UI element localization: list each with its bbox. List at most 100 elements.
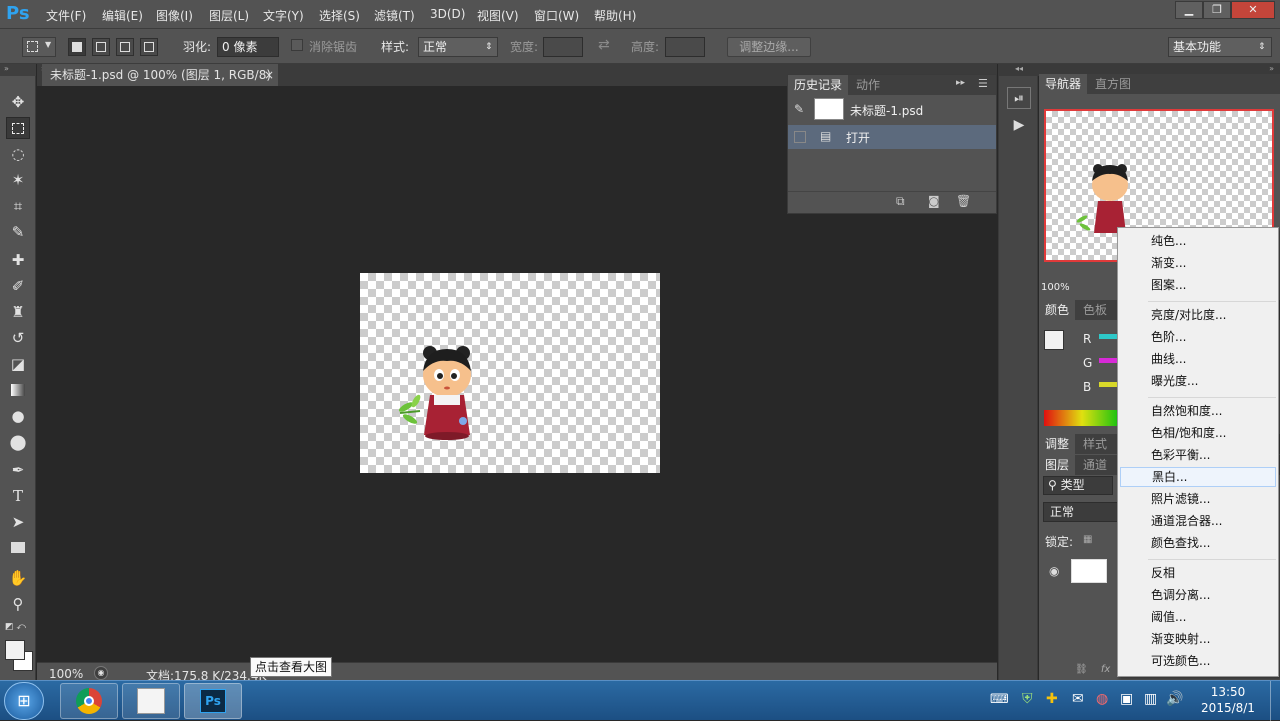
menu-item-posterize[interactable]: 色调分离... bbox=[1120, 585, 1276, 605]
menu-type[interactable]: 文字(Y) bbox=[263, 7, 304, 24]
tab-actions[interactable]: 动作 bbox=[850, 75, 887, 95]
menu-item-curves[interactable]: 曲线... bbox=[1120, 349, 1276, 369]
marquee-tool-icon[interactable] bbox=[6, 117, 30, 139]
volume-tray-icon[interactable]: 🔊 bbox=[1166, 691, 1183, 707]
document-tab[interactable]: 未标题-1.psd @ 100% (图层 1, RGB/8) × bbox=[42, 64, 278, 86]
antialias-checkbox[interactable] bbox=[291, 39, 303, 51]
menu-edit[interactable]: 编辑(E) bbox=[102, 7, 143, 24]
close-tab-icon[interactable]: × bbox=[264, 64, 274, 86]
magic-wand-tool-icon[interactable]: ✶ bbox=[6, 169, 30, 191]
menu-select[interactable]: 选择(S) bbox=[319, 7, 360, 24]
menu-item-brightness-contrast[interactable]: 亮度/对比度... bbox=[1120, 305, 1276, 325]
channel-b-slider[interactable] bbox=[1099, 382, 1119, 387]
menu-item-black-white[interactable]: 黑白... bbox=[1120, 467, 1276, 487]
menu-window[interactable]: 窗口(W) bbox=[534, 7, 579, 24]
trash-icon[interactable]: 🗑 bbox=[956, 194, 971, 208]
menu-item-pattern[interactable]: 图案... bbox=[1120, 275, 1276, 295]
image-viewer-taskbar-icon[interactable] bbox=[122, 683, 180, 719]
lasso-tool-icon[interactable]: ◌ bbox=[6, 143, 30, 165]
history-step-row[interactable]: ▤ 打开 bbox=[788, 125, 996, 149]
tab-styles[interactable]: 样式 bbox=[1077, 434, 1114, 454]
menu-item-gradient[interactable]: 渐变... bbox=[1120, 253, 1276, 273]
actions-dock-icon[interactable]: ▶ bbox=[1007, 115, 1031, 137]
camera-icon[interactable]: ◙ bbox=[928, 194, 940, 208]
menu-image[interactable]: 图像(I) bbox=[156, 7, 193, 24]
restore-button[interactable]: ❐ bbox=[1203, 1, 1231, 19]
history-step-checkbox[interactable] bbox=[794, 131, 806, 143]
history-snapshot-row[interactable]: ✎ 未标题-1.psd bbox=[788, 95, 996, 125]
menu-item-levels[interactable]: 色阶... bbox=[1120, 327, 1276, 347]
photoshop-taskbar-icon[interactable]: Ps bbox=[184, 683, 242, 719]
layer-filter-select[interactable]: ⚲ 类型 bbox=[1043, 476, 1113, 495]
mail-tray-icon[interactable]: ✉ bbox=[1072, 691, 1084, 707]
workspace-select[interactable]: 基本功能 ⇕ bbox=[1168, 37, 1272, 57]
menu-item-hue-saturation[interactable]: 色相/饱和度... bbox=[1120, 423, 1276, 443]
subtract-selection-icon[interactable] bbox=[116, 38, 134, 56]
status-zoom[interactable]: 100% bbox=[49, 667, 83, 681]
show-desktop-button[interactable] bbox=[1270, 681, 1280, 721]
network-tray-icon[interactable]: ▥ bbox=[1144, 691, 1157, 707]
panel-expand-icon[interactable]: ▸▸ bbox=[956, 78, 965, 88]
blur-tool-icon[interactable]: ● bbox=[6, 405, 30, 427]
status-info-icon[interactable]: ◉ bbox=[94, 666, 108, 680]
swap-icon[interactable]: ⇄ bbox=[598, 37, 610, 53]
zoom-tool-icon[interactable]: ⚲ bbox=[6, 593, 30, 615]
style-select[interactable]: 正常 ⇕ bbox=[418, 37, 498, 57]
channel-g-slider[interactable] bbox=[1099, 358, 1119, 363]
tab-layers[interactable]: 图层 bbox=[1039, 455, 1076, 475]
menu-layer[interactable]: 图层(L) bbox=[209, 7, 249, 24]
chrome-taskbar-icon[interactable] bbox=[60, 683, 118, 719]
color-ramp[interactable] bbox=[1044, 410, 1120, 426]
system-clock[interactable]: 13:50 2015/8/1 bbox=[1188, 684, 1268, 716]
fg-color-swatch[interactable] bbox=[1044, 330, 1064, 350]
menu-view[interactable]: 视图(V) bbox=[477, 7, 519, 24]
link-layers-icon[interactable]: ⛓ bbox=[1075, 664, 1088, 675]
move-tool-icon[interactable]: ✥ bbox=[6, 91, 30, 113]
height-input[interactable] bbox=[665, 37, 705, 57]
gradient-tool-icon[interactable] bbox=[6, 379, 30, 401]
rectangle-tool-icon[interactable] bbox=[6, 537, 30, 559]
right-dock-collapse-icon[interactable]: » bbox=[1039, 64, 1280, 74]
document-canvas[interactable] bbox=[360, 273, 660, 473]
tab-histogram[interactable]: 直方图 bbox=[1089, 74, 1138, 94]
visibility-eye-icon[interactable]: ◉ bbox=[1049, 564, 1059, 578]
panel-collapse-icon[interactable]: » bbox=[0, 64, 36, 76]
menu-item-channel-mixer[interactable]: 通道混合器... bbox=[1120, 511, 1276, 531]
lock-transparent-icon[interactable]: ▦ bbox=[1083, 534, 1092, 545]
fx-icon[interactable]: fx bbox=[1101, 664, 1110, 675]
healing-brush-tool-icon[interactable]: ✚ bbox=[6, 249, 30, 271]
menu-item-threshold[interactable]: 阈值... bbox=[1120, 607, 1276, 627]
dock-collapse-icon[interactable]: ◂◂ bbox=[999, 64, 1039, 76]
menu-item-color-balance[interactable]: 色彩平衡... bbox=[1120, 445, 1276, 465]
tab-history[interactable]: 历史记录 bbox=[788, 75, 849, 95]
history-dock-icon[interactable]: ⏯ bbox=[1007, 87, 1031, 109]
menu-item-photo-filter[interactable]: 照片滤镜... bbox=[1120, 489, 1276, 509]
addon-tray-icon[interactable]: ✚ bbox=[1046, 691, 1058, 707]
close-button[interactable]: ✕ bbox=[1231, 1, 1275, 19]
app-tray-icon[interactable]: ◍ bbox=[1096, 691, 1108, 707]
foreground-color-swatch[interactable] bbox=[5, 640, 25, 660]
layer-row[interactable]: ◉ bbox=[1039, 556, 1119, 586]
default-colors-icon[interactable]: ◩ ⤺ bbox=[5, 622, 26, 632]
menu-item-exposure[interactable]: 曝光度... bbox=[1120, 371, 1276, 391]
channel-r-slider[interactable] bbox=[1099, 334, 1119, 339]
width-input[interactable] bbox=[543, 37, 583, 57]
nav-zoom-readout[interactable]: 100% bbox=[1039, 282, 1119, 298]
menu-item-vibrance[interactable]: 自然饱和度... bbox=[1120, 401, 1276, 421]
snapshot-brush-icon[interactable]: ✎ bbox=[794, 102, 804, 116]
new-document-from-state-icon[interactable]: ⧉ bbox=[896, 194, 905, 209]
tab-navigator[interactable]: 导航器 bbox=[1039, 74, 1088, 94]
new-selection-icon[interactable] bbox=[68, 38, 86, 56]
menu-item-color-lookup[interactable]: 颜色查找... bbox=[1120, 533, 1276, 553]
brush-tool-icon[interactable]: ✐ bbox=[6, 275, 30, 297]
menu-filter[interactable]: 滤镜(T) bbox=[374, 7, 415, 24]
tab-channels[interactable]: 通道 bbox=[1077, 455, 1114, 475]
path-selection-tool-icon[interactable]: ➤ bbox=[6, 511, 30, 533]
tool-preset-picker[interactable]: ▼ bbox=[22, 37, 56, 57]
security-tray-icon[interactable]: ⛨ bbox=[1022, 691, 1033, 707]
tab-adjustments[interactable]: 调整 bbox=[1039, 434, 1076, 454]
menu-help[interactable]: 帮助(H) bbox=[594, 7, 636, 24]
tab-color[interactable]: 颜色 bbox=[1039, 300, 1076, 320]
refine-edge-button[interactable]: 调整边缘... bbox=[727, 37, 811, 57]
eraser-tool-icon[interactable]: ◪ bbox=[6, 353, 30, 375]
